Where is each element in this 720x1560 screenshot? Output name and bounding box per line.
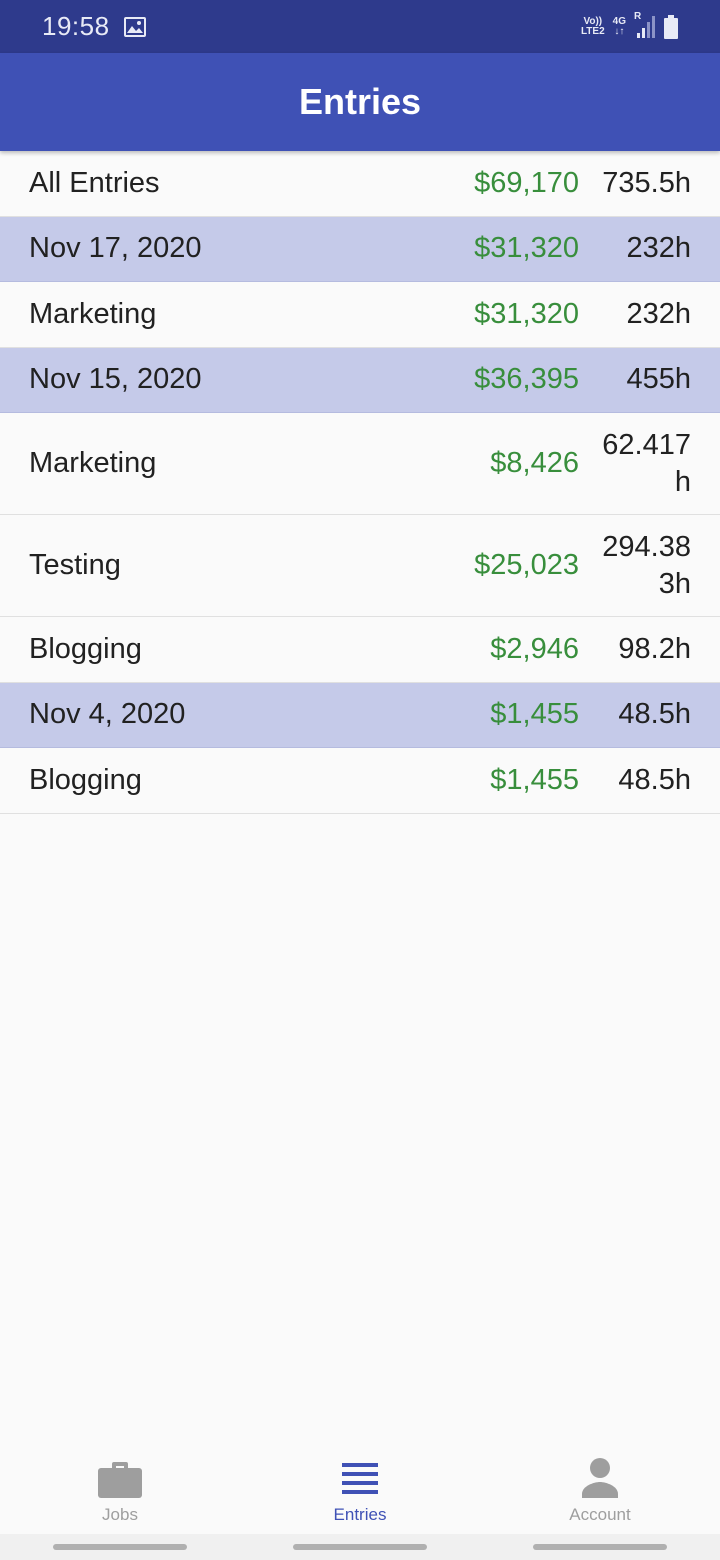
entry-amount: $25,023 bbox=[474, 549, 579, 581]
nav-item-entries[interactable]: Entries bbox=[240, 1440, 480, 1534]
nav-label-jobs: Jobs bbox=[102, 1505, 138, 1524]
person-icon bbox=[582, 1458, 618, 1498]
entry-hours: 98.2h bbox=[618, 632, 691, 665]
date-hours: 455h bbox=[626, 363, 691, 396]
status-indicators: Vo)) LTE2 4G ↓↑ R bbox=[580, 11, 678, 39]
entry-hours: 735.5h bbox=[602, 166, 691, 199]
image-notification-icon bbox=[123, 16, 146, 37]
date-label: Nov 4, 2020 bbox=[29, 698, 186, 731]
system-gesture-bar bbox=[0, 1534, 720, 1560]
entry-label: Blogging bbox=[29, 763, 142, 796]
entry-hours: 294.383h bbox=[602, 530, 691, 600]
entry-hours: 48.5h bbox=[618, 763, 691, 796]
entry-hours: 62.417h bbox=[602, 428, 691, 498]
entry-label: Marketing bbox=[29, 297, 157, 330]
nav-label-entries: Entries bbox=[333, 1505, 387, 1524]
entry-amount: $69,170 bbox=[474, 166, 579, 199]
entry-label: Marketing bbox=[29, 447, 157, 479]
nav-item-jobs[interactable]: Jobs bbox=[0, 1440, 240, 1534]
date-amount: $31,320 bbox=[474, 232, 579, 265]
date-hours: 48.5h bbox=[618, 698, 691, 731]
bottom-navigation: Jobs Entries Account bbox=[0, 1440, 720, 1534]
entry-label: All Entries bbox=[29, 166, 160, 199]
date-label: Nov 17, 2020 bbox=[29, 232, 202, 265]
volte-indicator: Vo)) LTE2 bbox=[580, 15, 605, 37]
volte-bottom-text: LTE2 bbox=[580, 25, 605, 37]
entry-row[interactable]: Marketing $31,320 232h bbox=[0, 282, 720, 348]
entry-row[interactable]: Blogging $1,455 48.5h bbox=[0, 748, 720, 814]
date-group-header: Nov 4, 2020 $1,455 48.5h bbox=[0, 682, 720, 748]
entry-label: Blogging bbox=[29, 632, 142, 665]
date-amount: $36,395 bbox=[474, 363, 579, 396]
back-gesture-handle[interactable] bbox=[533, 1544, 667, 1550]
page-title: Entries bbox=[298, 81, 422, 122]
network-type-text: 4G bbox=[612, 15, 626, 27]
home-gesture-handle[interactable] bbox=[293, 1544, 427, 1550]
entry-row[interactable]: Testing $25,023 294.383h bbox=[0, 515, 720, 617]
entry-amount: $1,455 bbox=[490, 763, 579, 796]
status-time: 19:58 bbox=[42, 11, 110, 41]
entry-hours: 232h bbox=[626, 297, 691, 330]
entry-row[interactable]: Blogging $2,946 98.2h bbox=[0, 617, 720, 683]
entry-row-all-entries[interactable]: All Entries $69,170 735.5h bbox=[0, 151, 720, 217]
volte-top-text: Vo)) bbox=[583, 15, 603, 27]
entry-row[interactable]: Marketing $8,426 62.417h bbox=[0, 413, 720, 515]
date-group-header: Nov 15, 2020 $36,395 455h bbox=[0, 347, 720, 413]
entry-amount: $8,426 bbox=[490, 447, 579, 479]
recents-gesture-handle[interactable] bbox=[53, 1544, 187, 1550]
list-icon bbox=[342, 1463, 378, 1494]
signal-icon: R bbox=[634, 11, 656, 39]
entry-amount: $31,320 bbox=[474, 297, 579, 330]
date-group-header: Nov 17, 2020 $31,320 232h bbox=[0, 216, 720, 282]
nav-label-account: Account bbox=[569, 1505, 631, 1524]
briefcase-icon bbox=[98, 1462, 142, 1498]
app-bar: Entries bbox=[0, 53, 720, 151]
network-type-indicator: 4G ↓↑ bbox=[612, 15, 626, 37]
nav-item-account[interactable]: Account bbox=[480, 1440, 720, 1534]
network-activity-arrows: ↓↑ bbox=[614, 25, 625, 37]
status-bar: 19:58 Vo)) LTE2 4G ↓↑ R bbox=[0, 0, 720, 53]
battery-icon bbox=[664, 14, 678, 39]
date-label: Nov 15, 2020 bbox=[29, 363, 202, 396]
entry-label: Testing bbox=[29, 549, 121, 581]
entries-list: All Entries $69,170 735.5h Nov 17, 2020 … bbox=[0, 151, 720, 814]
date-amount: $1,455 bbox=[490, 698, 579, 731]
entry-amount: $2,946 bbox=[490, 632, 579, 665]
date-hours: 232h bbox=[626, 232, 691, 265]
